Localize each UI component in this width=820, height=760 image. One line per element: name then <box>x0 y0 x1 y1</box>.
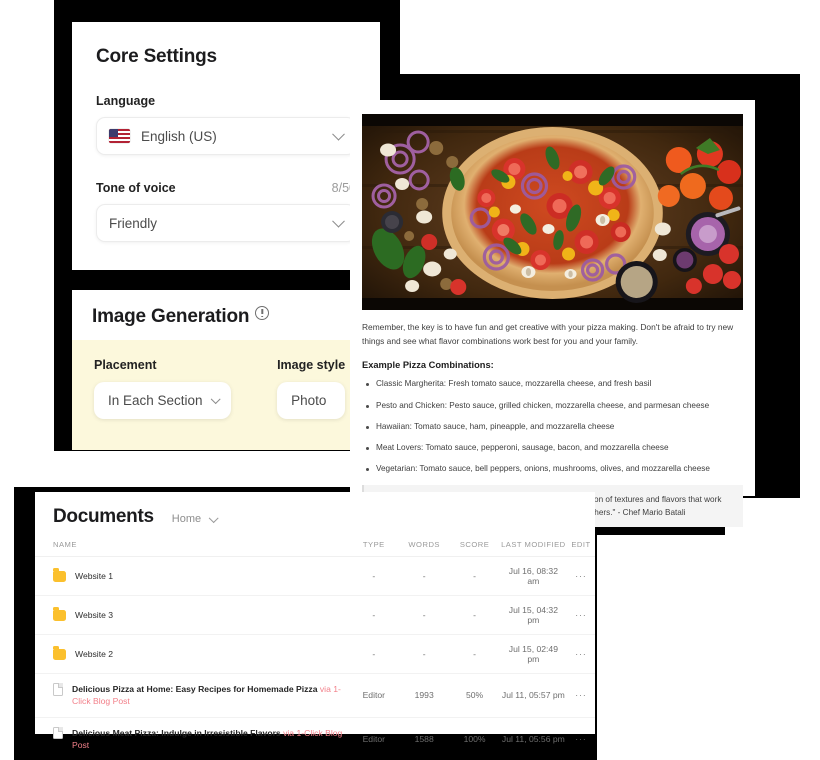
chevron-down-icon <box>332 214 345 228</box>
row-type: - <box>348 556 399 596</box>
page-title: Documents <box>53 506 154 527</box>
image-style-select[interactable]: Photo <box>277 382 346 419</box>
column-header-edit: EDIT <box>566 540 595 557</box>
row-modified: Jul 16, 08:32 am <box>499 556 567 596</box>
row-menu-button[interactable]: ··· <box>566 717 595 760</box>
column-header-words[interactable]: WORDS <box>399 540 450 557</box>
documents-table-body: Website 1 - - - Jul 16, 08:32 am ··· Web… <box>35 556 595 760</box>
row-modified: Jul 11, 05:57 pm <box>499 673 567 718</box>
pizza-combinations-list: Classic Margherita: Fresh tomato sauce, … <box>362 378 743 475</box>
row-type: Editor <box>348 673 399 718</box>
row-type: - <box>348 634 399 674</box>
pizza-hero-image <box>362 114 743 310</box>
table-row[interactable]: Website 1 - - - Jul 16, 08:32 am ··· <box>35 556 595 596</box>
row-menu-button[interactable]: ··· <box>566 634 595 674</box>
documents-header: Documents Home <box>35 492 595 528</box>
info-icon[interactable] <box>255 306 270 320</box>
core-settings-title: Core Settings <box>96 46 217 67</box>
screenshot-stage: Core Settings Language English (US) Tone… <box>0 0 820 760</box>
documents-table: NAME TYPE WORDS SCORE LAST MODIFIED EDIT… <box>35 540 595 760</box>
column-header-type[interactable]: TYPE <box>348 540 399 557</box>
documents-panel: Documents Home NAME TYPE WORDS SCORE LAS… <box>35 492 595 760</box>
row-score: - <box>449 595 500 635</box>
row-menu-button[interactable]: ··· <box>566 556 595 596</box>
row-words: 1588 <box>399 717 450 760</box>
core-settings-panel: Core Settings Language English (US) Tone… <box>72 22 380 270</box>
row-modified: Jul 11, 05:56 pm <box>499 717 567 760</box>
folder-icon <box>53 607 66 621</box>
breadcrumb-label: Home <box>171 513 202 525</box>
chevron-down-icon <box>332 127 345 141</box>
placement-field: Placement In Each Section <box>94 358 232 450</box>
column-header-last-modified[interactable]: LAST MODIFIED <box>499 540 567 557</box>
row-words: - <box>399 556 450 596</box>
list-item: Pesto and Chicken: Pesto sauce, grilled … <box>362 400 743 412</box>
row-name: Website 3 <box>75 609 114 620</box>
placement-label: Placement <box>94 358 157 372</box>
row-words: - <box>399 634 450 674</box>
image-generation-title: Image Generation <box>92 306 360 328</box>
document-icon <box>53 726 63 740</box>
tone-of-voice-select[interactable]: Friendly <box>96 204 356 242</box>
list-item: Vegetarian: Tomato sauce, bell peppers, … <box>362 463 743 475</box>
article-paragraph: Remember, the key is to have fun and get… <box>362 322 734 346</box>
table-row[interactable]: Delicious Pizza at Home: Easy Recipes fo… <box>35 673 595 718</box>
image-style-field: Image style Photo <box>277 358 346 450</box>
row-name: Delicious Meat Pizza: Indulge in Irresis… <box>72 727 284 738</box>
row-words: 1993 <box>399 673 450 718</box>
article-preview-panel: Remember, the key is to have fun and get… <box>350 100 755 558</box>
row-name: Website 1 <box>75 570 114 581</box>
article-heading: Example Pizza Combinations: <box>362 360 494 371</box>
row-type: - <box>348 595 399 635</box>
table-row[interactable]: Website 2 - - - Jul 15, 02:49 pm ··· <box>35 634 595 674</box>
table-row[interactable]: Delicious Meat Pizza: Indulge in Irresis… <box>35 717 595 760</box>
row-name: Website 2 <box>75 648 114 659</box>
image-style-label: Image style <box>277 358 346 372</box>
row-type: Editor <box>348 717 399 760</box>
image-generation-panel: Image Generation Placement In Each Secti… <box>72 290 360 450</box>
tone-of-voice-label: Tone of voice <box>96 181 176 195</box>
placement-select[interactable]: In Each Section <box>94 382 232 419</box>
chevron-down-icon <box>210 394 220 404</box>
row-score: 50% <box>449 673 500 718</box>
row-score: - <box>449 556 500 596</box>
column-header-score[interactable]: SCORE <box>449 540 500 557</box>
language-value: English (US) <box>141 128 217 144</box>
row-menu-button[interactable]: ··· <box>566 673 595 718</box>
folder-icon <box>53 646 66 660</box>
tone-of-voice-value: Friendly <box>109 215 158 231</box>
row-modified: Jul 15, 04:32 pm <box>499 595 567 635</box>
table-row[interactable]: Website 3 - - - Jul 15, 04:32 pm ··· <box>35 595 595 635</box>
document-icon <box>53 683 63 696</box>
row-words: - <box>399 595 450 635</box>
list-item: Classic Margherita: Fresh tomato sauce, … <box>362 378 743 390</box>
us-flag-icon <box>109 129 130 143</box>
table-header-row: NAME TYPE WORDS SCORE LAST MODIFIED EDIT <box>35 540 595 557</box>
list-item: Meat Lovers: Tomato sauce, pepperoni, sa… <box>362 442 743 454</box>
language-select[interactable]: English (US) <box>96 117 356 155</box>
image-style-value: Photo <box>291 393 327 408</box>
row-modified: Jul 15, 02:49 pm <box>499 634 567 674</box>
image-generation-title-text: Image Generation <box>92 306 250 327</box>
image-generation-options: Placement In Each Section Image style Ph… <box>72 340 360 450</box>
folder-icon <box>53 568 66 582</box>
row-name: Delicious Pizza at Home: Easy Recipes fo… <box>72 684 320 694</box>
breadcrumb[interactable]: Home <box>171 512 219 525</box>
row-score: - <box>449 634 500 674</box>
language-label: Language <box>96 94 156 108</box>
list-item: Hawaiian: Tomato sauce, ham, pineapple, … <box>362 421 743 433</box>
row-menu-button[interactable]: ··· <box>566 595 595 635</box>
row-score: 100% <box>449 717 500 760</box>
column-header-name[interactable]: NAME <box>35 540 349 557</box>
chevron-down-icon <box>209 512 219 523</box>
placement-value: In Each Section <box>108 393 203 408</box>
